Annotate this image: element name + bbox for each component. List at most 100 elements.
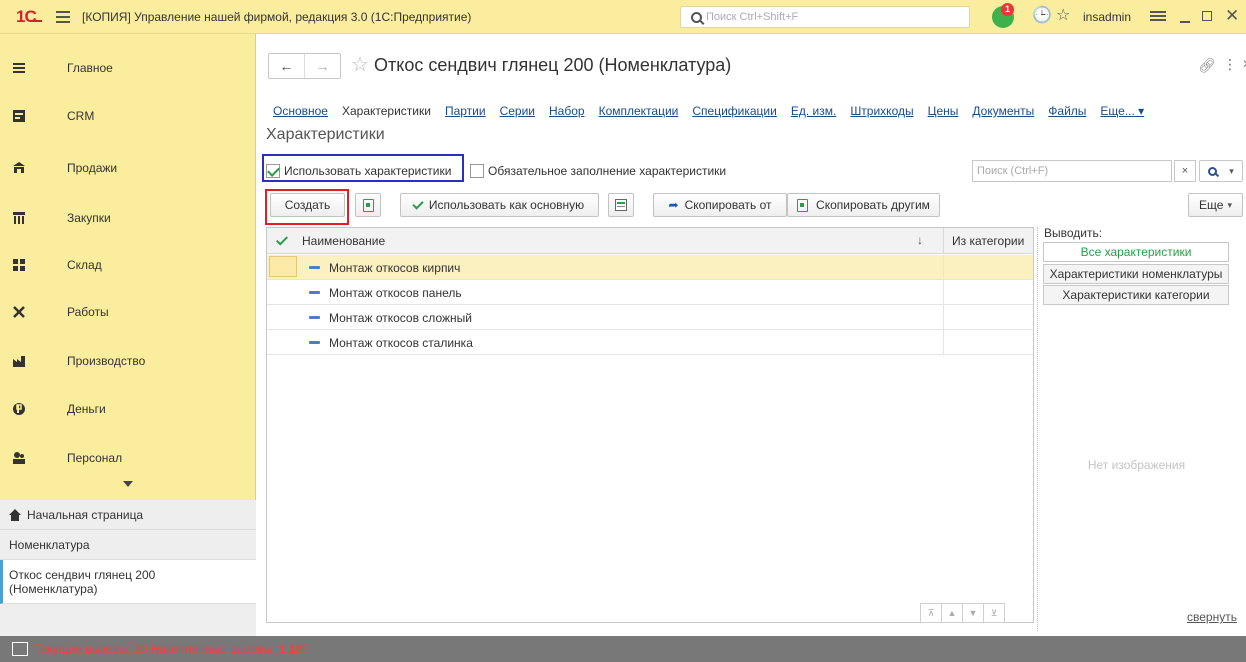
- tab-batches[interactable]: Партии: [445, 104, 486, 120]
- tab-prices[interactable]: Цены: [928, 104, 959, 120]
- tab-configurations[interactable]: Комплектации: [599, 104, 679, 120]
- row-name: Монтаж откосов кирпич: [329, 261, 461, 275]
- tab-characteristics[interactable]: Характеристики: [342, 104, 431, 120]
- highlight-frame-blue: [262, 154, 464, 182]
- table-row[interactable]: Монтаж откосов панель: [267, 280, 1033, 305]
- main-menu-icon[interactable]: [56, 10, 70, 23]
- list-search-input[interactable]: Поиск (Ctrl+F): [972, 160, 1172, 182]
- row-name: Монтаж откосов сложный: [329, 311, 472, 325]
- output-label: Выводить:: [1044, 226, 1103, 240]
- table-row[interactable]: Монтаж откосов кирпич: [267, 255, 1033, 280]
- sidebar-item-sales[interactable]: Продажи: [0, 144, 256, 192]
- row-category-cell: [943, 255, 1033, 279]
- sidebar-item-purchases[interactable]: Закупки: [0, 194, 256, 242]
- more-actions-icon[interactable]: ⋮: [1223, 56, 1237, 73]
- history-item-current[interactable]: Откос сендвич глянец 200 (Номенклатура): [0, 560, 256, 604]
- favorite-star-icon[interactable]: ☆: [351, 53, 369, 77]
- sidebar-expand-icon[interactable]: [123, 481, 133, 487]
- copy-to-others-label: Скопировать другим: [816, 198, 930, 212]
- global-search-placeholder: Поиск Ctrl+Shift+F: [706, 11, 799, 23]
- sidebar-item-label: Склад: [67, 258, 102, 272]
- warehouse-icon: [13, 259, 25, 271]
- tab-specifications[interactable]: Спецификации: [692, 104, 776, 120]
- close-form-icon[interactable]: ✕: [1242, 57, 1246, 71]
- close-window-icon[interactable]: ✕: [1225, 6, 1239, 26]
- sidebar-item-warehouse[interactable]: Склад: [0, 241, 256, 289]
- link-icon[interactable]: 🔗︎: [1198, 57, 1216, 74]
- row-category-cell: [943, 305, 1033, 329]
- sidebar-item-personnel[interactable]: Персонал: [0, 434, 256, 482]
- tab-files[interactable]: Файлы: [1048, 104, 1086, 120]
- sidebar-item-production[interactable]: Производство: [0, 337, 256, 385]
- history-item-label: Номенклатура: [9, 537, 90, 552]
- global-search-input[interactable]: Поиск Ctrl+Shift+F: [680, 6, 970, 28]
- history-item-nomenclature[interactable]: Номенклатура: [0, 530, 256, 560]
- last-page-icon[interactable]: ⊻: [983, 603, 1005, 623]
- history-item-home[interactable]: Начальная страница: [0, 500, 256, 530]
- app-title: [КОПИЯ] Управление нашей фирмой, редакци…: [82, 9, 472, 24]
- next-page-icon[interactable]: ▼: [962, 603, 984, 623]
- output-all-button[interactable]: Все характеристики: [1043, 242, 1229, 262]
- sidebar-item-label: Закупки: [67, 211, 111, 225]
- tab-set[interactable]: Набор: [549, 104, 585, 120]
- table-row[interactable]: Монтаж откосов сложный: [267, 305, 1033, 330]
- sidebar-item-crm[interactable]: CRM: [0, 92, 256, 140]
- table-pager: ⊼ ▲ ▼ ⊻: [920, 603, 1009, 623]
- copy-from-button[interactable]: ➦ Скопировать от: [653, 193, 787, 217]
- current-user[interactable]: insadmin: [1083, 10, 1131, 24]
- copy-item-button[interactable]: [355, 193, 381, 217]
- history-icon[interactable]: 🕒: [1032, 8, 1052, 24]
- search-clear-button[interactable]: ×: [1174, 160, 1196, 182]
- no-image-placeholder: Нет изображения: [1087, 458, 1186, 472]
- tab-more[interactable]: Еще...: [1100, 104, 1144, 120]
- table-row[interactable]: Монтаж откосов сталинка: [267, 330, 1033, 355]
- search-button[interactable]: ▾: [1199, 160, 1243, 182]
- form-title: Откос сендвич глянец 200 (Номенклатура): [374, 55, 732, 75]
- column-category-header[interactable]: Из категории: [943, 228, 1033, 254]
- required-fill-checkbox[interactable]: Обязательное заполнение характеристики: [470, 161, 726, 181]
- back-button[interactable]: ←: [269, 54, 304, 78]
- report-button[interactable]: [608, 193, 634, 217]
- section-title: Характеристики: [266, 126, 385, 143]
- characteristics-table: Наименование ↓ Из категории Монтаж откос…: [266, 227, 1034, 623]
- sort-arrow-icon[interactable]: ↓: [917, 233, 923, 247]
- tab-main[interactable]: Основное: [273, 104, 328, 120]
- output-category-button[interactable]: Характеристики категории: [1043, 285, 1229, 305]
- magnifier-icon: [1208, 166, 1218, 176]
- row-name: Монтаж откосов панель: [329, 286, 462, 300]
- row-category-cell: [943, 330, 1033, 354]
- sidebar-item-works[interactable]: Работы: [0, 288, 256, 336]
- sidebar-item-money[interactable]: Деньги: [0, 385, 256, 433]
- more-menu-button[interactable]: Еще ▾: [1188, 193, 1243, 217]
- favorites-star-icon[interactable]: ☆: [1056, 8, 1070, 24]
- output-nomenclature-button[interactable]: Характеристики номенклатуры: [1043, 264, 1229, 284]
- tab-units[interactable]: Ед. изм.: [791, 104, 836, 120]
- use-as-main-button[interactable]: Использовать как основную: [400, 193, 599, 217]
- sections-sidebar: Главное CRM Продажи Закупки Склад Работы…: [0, 34, 256, 636]
- sidebar-item-label: Продажи: [67, 161, 118, 175]
- history-panel: Начальная страница Номенклатура Откос се…: [0, 500, 256, 636]
- copy-from-label: Скопировать от: [684, 198, 772, 212]
- tab-barcodes[interactable]: Штрихкоды: [850, 104, 913, 120]
- settings-menu-icon[interactable]: [1150, 11, 1166, 21]
- status-calls-text[interactable]: Текущие вызовы: 20 Накопленные вызовы: 1…: [34, 642, 309, 656]
- forward-button[interactable]: →: [304, 54, 340, 78]
- prev-page-icon[interactable]: ▲: [941, 603, 963, 623]
- tab-series[interactable]: Серии: [500, 104, 535, 120]
- panel-splitter[interactable]: [1037, 227, 1038, 631]
- factory-icon: [13, 356, 25, 367]
- copy-document-icon: [362, 198, 374, 212]
- collapse-link[interactable]: свернуть: [1187, 610, 1237, 624]
- item-element-icon: [309, 341, 320, 344]
- sidebar-item-label: Работы: [67, 305, 109, 319]
- checkbox-empty-icon[interactable]: [470, 164, 484, 178]
- monitor-icon[interactable]: [12, 642, 28, 656]
- copy-to-others-button[interactable]: Скопировать другим: [787, 193, 940, 217]
- sidebar-item-main[interactable]: Главное: [0, 44, 256, 92]
- tab-documents[interactable]: Документы: [972, 104, 1034, 120]
- minimize-icon[interactable]: [1180, 21, 1190, 23]
- notification-badge: 1: [1001, 3, 1014, 16]
- column-name-header[interactable]: Наименование: [302, 234, 385, 248]
- maximize-icon[interactable]: [1202, 11, 1212, 21]
- first-page-icon[interactable]: ⊼: [920, 603, 942, 623]
